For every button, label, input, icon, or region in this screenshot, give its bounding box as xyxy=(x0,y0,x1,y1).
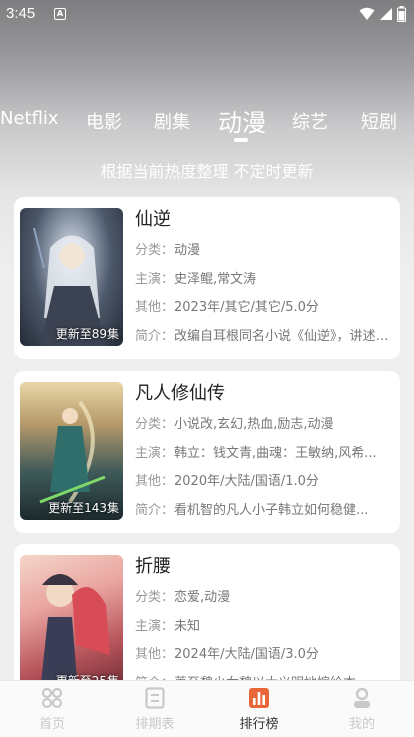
status-icons xyxy=(359,6,406,22)
item-other: 其他：2024年/大陆/国语/3.0分 xyxy=(135,647,319,662)
nav-ranking[interactable]: 排行榜 xyxy=(219,687,299,732)
active-tab-indicator xyxy=(234,138,248,142)
item-info: 凡人修仙传 分类：小说改,玄幻,热血,励志,动漫 主演：韩立：钱文青,曲魂：王敏… xyxy=(135,381,393,525)
status-bar: 3:45 A xyxy=(0,0,414,30)
tab-anime[interactable]: 动漫 xyxy=(218,103,266,138)
item-cast: 主演：史泽鲲,常文涛 xyxy=(135,271,257,287)
item-title: 仙逆 xyxy=(135,209,171,230)
nav-label: 排行榜 xyxy=(239,717,279,732)
item-title: 凡人修仙传 xyxy=(135,383,225,404)
tab-netflix[interactable]: Netflix xyxy=(0,108,59,129)
bottom-nav: 首页 排期表 排行榜 我的 xyxy=(0,680,414,737)
item-other: 其他：2020年/大陆/国语/1.0分 xyxy=(135,474,319,489)
item-genre: 分类：恋爱,动漫 xyxy=(135,590,231,605)
tab-series[interactable]: 剧集 xyxy=(154,108,190,134)
category-tabs: Netflix 电影 剧集 动漫 综艺 短剧 xyxy=(0,100,414,150)
item-genre: 分类：动漫 xyxy=(135,243,201,258)
status-time: 3:45 xyxy=(6,5,36,22)
profile-icon xyxy=(354,687,370,708)
nav-label: 排期表 xyxy=(135,717,175,732)
wifi-icon xyxy=(359,7,375,20)
nav-label: 我的 xyxy=(348,717,375,732)
poster-image: 更新至89集 xyxy=(20,208,123,346)
page-subtitle: 根据当前热度整理 不定时更新 xyxy=(100,162,314,181)
schedule-icon xyxy=(145,687,165,709)
item-cast: 主演：韩立：钱文青,曲魂：王敏纳,风希... xyxy=(135,445,377,461)
notification-icon: A xyxy=(54,8,66,20)
item-title: 折腰 xyxy=(135,556,171,577)
tab-movies[interactable]: 电影 xyxy=(86,108,122,134)
item-cast: 主演：未知 xyxy=(135,618,201,634)
item-intro: 简介：改编自耳根同名小说《仙逆》，讲述了... xyxy=(135,328,393,344)
poster-image: 更新至25集 xyxy=(20,555,123,693)
battery-icon xyxy=(397,6,406,22)
list-item[interactable]: 更新至89集 仙逆 分类：动漫 主演：史泽鲲,常文涛 其他：2023年/其它/其… xyxy=(14,197,400,359)
signal-icon xyxy=(380,8,392,20)
home-grid-icon xyxy=(41,687,63,709)
item-genre: 分类：小说改,玄幻,热血,励志,动漫 xyxy=(135,417,334,432)
tab-variety[interactable]: 综艺 xyxy=(292,108,328,134)
poster-image: 更新至143集 xyxy=(20,382,123,520)
episode-badge: 更新至143集 xyxy=(48,501,119,515)
episode-badge: 更新至89集 xyxy=(55,327,119,341)
nav-profile[interactable]: 我的 xyxy=(322,687,402,732)
nav-label: 首页 xyxy=(38,717,65,732)
item-info: 折腰 分类：恋爱,动漫 主演：未知 其他：2024年/大陆/国语/3.0分 简介… xyxy=(135,554,393,698)
list-item[interactable]: 更新至143集 凡人修仙传 分类：小说改,玄幻,热血,励志,动漫 主演：韩立：钱… xyxy=(14,371,400,533)
nav-schedule[interactable]: 排期表 xyxy=(115,687,195,732)
nav-home[interactable]: 首页 xyxy=(12,687,92,732)
item-intro: 简介：看机智的凡人小子韩立如何稳健... xyxy=(135,502,369,518)
item-info: 仙逆 分类：动漫 主演：史泽鲲,常文涛 其他：2023年/其它/其它/5.0分 … xyxy=(135,207,393,351)
ranking-icon xyxy=(249,688,269,708)
tab-short-drama[interactable]: 短剧 xyxy=(361,108,397,134)
item-other: 其他：2023年/其它/其它/5.0分 xyxy=(135,300,319,315)
